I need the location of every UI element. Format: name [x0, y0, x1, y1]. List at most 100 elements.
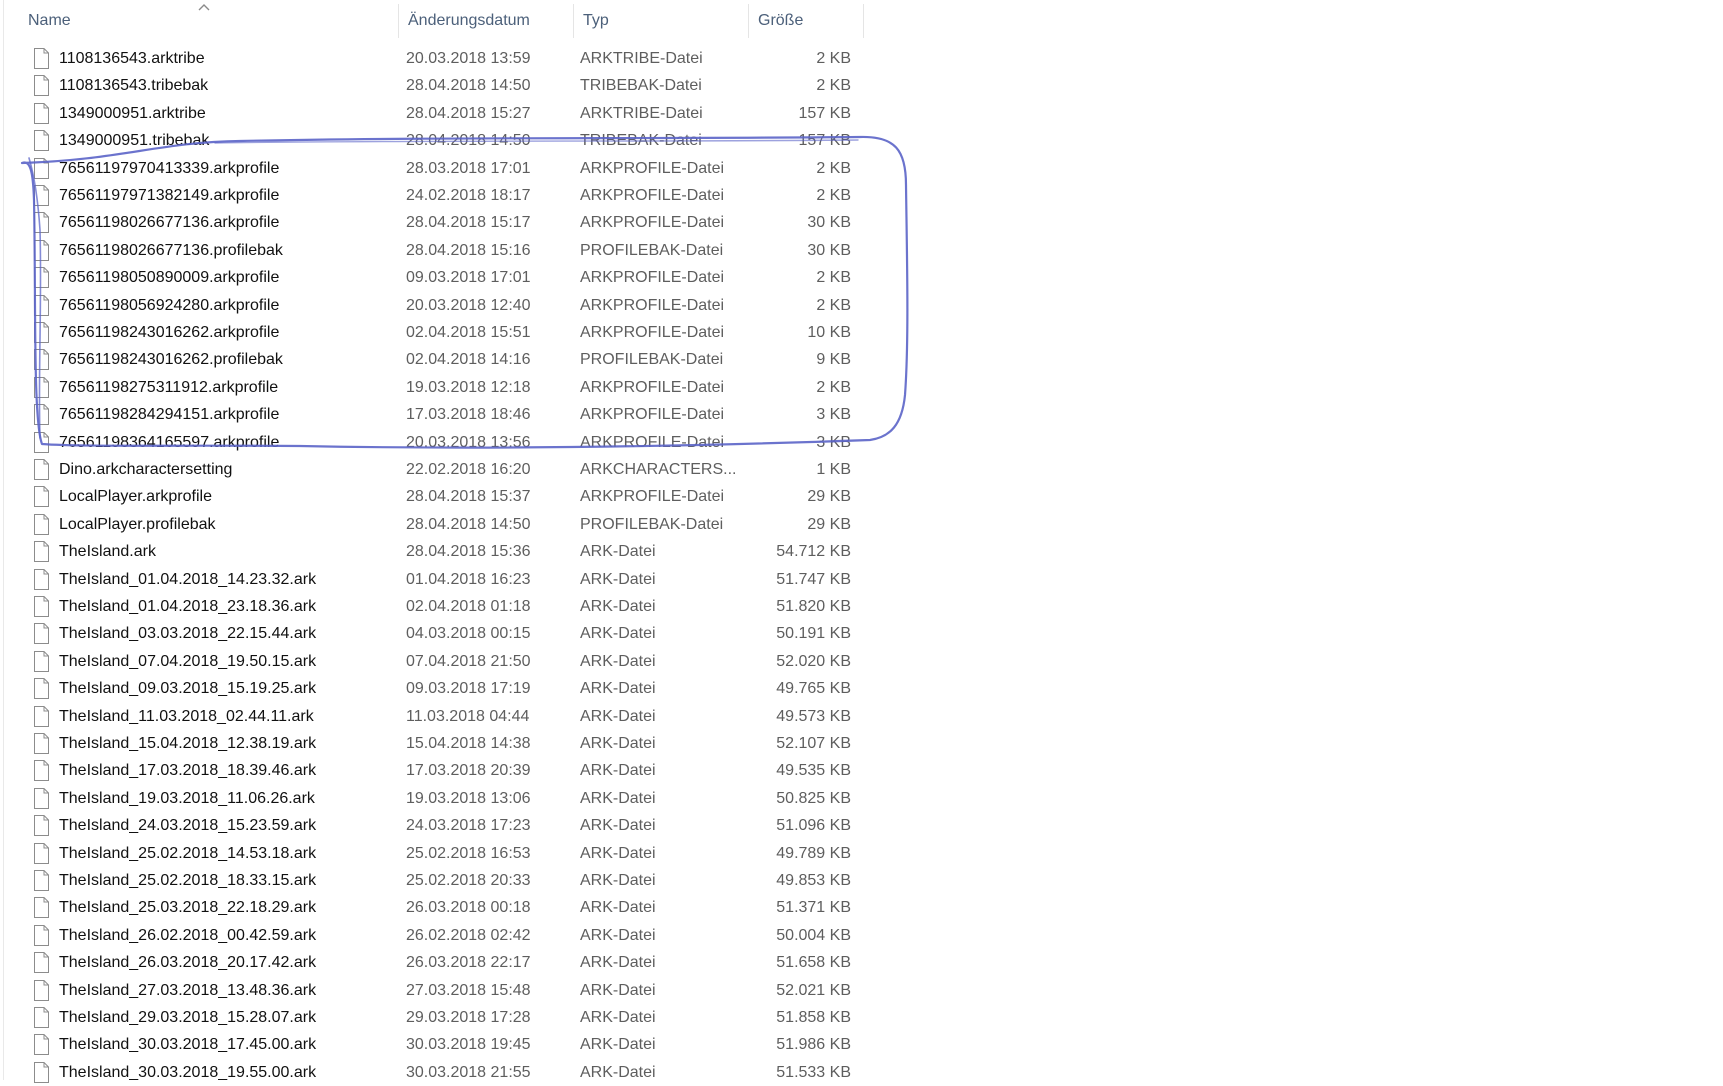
column-header-date-label: Änderungsdatum	[408, 12, 530, 29]
file-size: 50.191 KB	[776, 625, 851, 642]
file-row[interactable]: TheIsland_01.04.2018_14.23.32.ark 01.04.2…	[0, 566, 865, 593]
file-icon	[34, 377, 49, 398]
file-row[interactable]: 76561197971382149.arkprofile 24.02.2018 1…	[0, 182, 865, 209]
file-size: 29 KB	[807, 516, 851, 533]
file-name: 76561198364165597.arkprofile	[59, 434, 280, 451]
file-size: 51.096 KB	[776, 817, 851, 834]
file-icon	[34, 843, 49, 864]
file-row[interactable]: 76561198050890009.arkprofile 09.03.2018 1…	[0, 264, 865, 291]
file-type: ARKPROFILE-Datei	[580, 160, 725, 177]
file-name: TheIsland_26.03.2018_20.17.42.ark	[59, 954, 317, 971]
file-icon	[34, 788, 49, 809]
file-row[interactable]: 1108136543.arktribe 20.03.2018 13:59 ARKTR…	[0, 45, 865, 72]
file-name: 76561198056924280.arkprofile	[59, 297, 280, 314]
file-size: 52.107 KB	[776, 735, 851, 752]
file-row[interactable]: TheIsland_26.03.2018_20.17.42.ark 26.03.2…	[0, 949, 865, 976]
file-row[interactable]: TheIsland_07.04.2018_19.50.15.ark 07.04.2…	[0, 648, 865, 675]
file-size: 157 KB	[798, 132, 851, 149]
file-modified-date: 02.04.2018 01:18	[406, 598, 531, 615]
file-row[interactable]: TheIsland_11.03.2018_02.44.11.ark 11.03.2…	[0, 703, 865, 730]
column-divider-size[interactable]	[863, 4, 864, 38]
file-icon	[34, 158, 49, 179]
file-row[interactable]: 76561198056924280.arkprofile 20.03.2018 1…	[0, 292, 865, 319]
file-name: TheIsland_17.03.2018_18.39.46.ark	[59, 762, 317, 779]
file-row[interactable]: 76561198275311912.arkprofile 19.03.2018 1…	[0, 374, 865, 401]
file-modified-date: 07.04.2018 21:50	[406, 653, 531, 670]
file-row[interactable]: TheIsland_17.03.2018_18.39.46.ark 17.03.2…	[0, 757, 865, 784]
file-icon	[34, 1034, 49, 1055]
file-row[interactable]: TheIsland_30.03.2018_19.55.00.ark 30.03.2…	[0, 1059, 865, 1086]
file-row[interactable]: TheIsland_03.03.2018_22.15.44.ark 04.03.2…	[0, 620, 865, 647]
file-size: 3 KB	[816, 406, 851, 423]
file-modified-date: 28.04.2018 15:16	[406, 242, 531, 259]
file-row[interactable]: 76561198243016262.arkprofile 02.04.2018 1…	[0, 319, 865, 346]
file-modified-date: 28.04.2018 14:50	[406, 77, 531, 94]
column-header-name-label: Name	[28, 12, 71, 29]
file-type: ARK-Datei	[580, 735, 656, 752]
file-row[interactable]: 76561198364165597.arkprofile 20.03.2018 1…	[0, 429, 865, 456]
file-row[interactable]: TheIsland_27.03.2018_13.48.36.ark 27.03.2…	[0, 977, 865, 1004]
file-type: PROFILEBAK-Datei	[580, 351, 724, 368]
file-row[interactable]: 1108136543.tribebak 28.04.2018 14:50 TRIBE…	[0, 72, 865, 99]
column-header-size[interactable]: Größe	[748, 0, 863, 42]
file-row[interactable]: TheIsland_15.04.2018_12.38.19.ark 15.04.2…	[0, 730, 865, 757]
file-row[interactable]: TheIsland_19.03.2018_11.06.26.ark 19.03.2…	[0, 785, 865, 812]
file-type: ARKPROFILE-Datei	[580, 488, 725, 505]
file-row[interactable]: Dino.arkcharactersetting 22.02.2018 16:20…	[0, 456, 865, 483]
file-type: ARK-Datei	[580, 982, 656, 999]
file-size: 2 KB	[816, 50, 851, 67]
file-size: 51.747 KB	[776, 571, 851, 588]
column-header-name[interactable]: Name	[18, 0, 396, 42]
file-row[interactable]: TheIsland_25.02.2018_14.53.18.ark 25.02.2…	[0, 840, 865, 867]
file-size: 49.535 KB	[776, 762, 851, 779]
file-row[interactable]: TheIsland_25.02.2018_18.33.15.ark 25.02.2…	[0, 867, 865, 894]
file-row[interactable]: 76561198284294151.arkprofile 17.03.2018 1…	[0, 401, 865, 428]
file-name: TheIsland_07.04.2018_19.50.15.ark	[59, 653, 317, 670]
file-row[interactable]: TheIsland_29.03.2018_15.28.07.ark 29.03.2…	[0, 1004, 865, 1031]
file-row[interactable]: TheIsland.ark 28.04.2018 15:36 ARK-Datei 54…	[0, 538, 865, 565]
file-row[interactable]: 1349000951.arktribe 28.04.2018 15:27 ARKTR…	[0, 100, 865, 127]
file-size: 49.789 KB	[776, 845, 851, 862]
file-name: Dino.arkcharactersetting	[59, 461, 233, 478]
file-icon	[34, 623, 49, 644]
column-header-size-label: Größe	[758, 12, 804, 29]
file-modified-date: 02.04.2018 14:16	[406, 351, 531, 368]
file-modified-date: 28.04.2018 15:37	[406, 488, 531, 505]
file-row[interactable]: TheIsland_09.03.2018_15.19.25.ark 09.03.2…	[0, 675, 865, 702]
file-size: 51.371 KB	[776, 899, 851, 916]
file-type: ARKPROFILE-Datei	[580, 434, 725, 451]
file-size: 2 KB	[816, 297, 851, 314]
file-modified-date: 09.03.2018 17:01	[406, 269, 531, 286]
file-type: ARK-Datei	[580, 845, 656, 862]
file-row[interactable]: LocalPlayer.profilebak 28.04.2018 14:50 PR…	[0, 511, 865, 538]
file-icon	[34, 404, 49, 425]
column-header-type[interactable]: Typ	[573, 0, 748, 42]
file-name: 76561198284294151.arkprofile	[59, 406, 280, 423]
file-row[interactable]: TheIsland_25.03.2018_22.18.29.ark 26.03.2…	[0, 894, 865, 921]
file-size: 10 KB	[807, 324, 851, 341]
file-modified-date: 26.03.2018 22:17	[406, 954, 531, 971]
file-type: ARK-Datei	[580, 543, 656, 560]
file-row[interactable]: TheIsland_30.03.2018_17.45.00.ark 30.03.2…	[0, 1031, 865, 1058]
file-name: TheIsland_30.03.2018_19.55.00.ark	[59, 1064, 317, 1081]
file-type: ARK-Datei	[580, 680, 656, 697]
file-row[interactable]: 76561198243016262.profilebak 02.04.2018 1…	[0, 346, 865, 373]
file-icon	[34, 1007, 49, 1028]
file-row[interactable]: 76561197970413339.arkprofile 28.03.2018 1…	[0, 155, 865, 182]
file-name: TheIsland_11.03.2018_02.44.11.ark	[59, 708, 314, 725]
file-name: TheIsland_01.04.2018_14.23.32.ark	[59, 571, 317, 588]
column-header-date[interactable]: Änderungsdatum	[398, 0, 572, 42]
file-modified-date: 25.02.2018 16:53	[406, 845, 531, 862]
file-size: 2 KB	[816, 269, 851, 286]
file-row[interactable]: 76561198026677136.profilebak 28.04.2018 1…	[0, 237, 865, 264]
file-name: 76561198243016262.arkprofile	[59, 324, 280, 341]
file-row[interactable]: TheIsland_01.04.2018_23.18.36.ark 02.04.2…	[0, 593, 865, 620]
file-modified-date: 19.03.2018 13:06	[406, 790, 531, 807]
file-row[interactable]: TheIsland_26.02.2018_00.42.59.ark 26.02.2…	[0, 922, 865, 949]
file-row[interactable]: LocalPlayer.arkprofile 28.04.2018 15:37 AR…	[0, 483, 865, 510]
file-row[interactable]: 1349000951.tribebak 28.04.2018 14:50 TRIBE…	[0, 127, 865, 154]
file-icon	[34, 678, 49, 699]
file-type: ARKPROFILE-Datei	[580, 406, 725, 423]
file-row[interactable]: TheIsland_24.03.2018_15.23.59.ark 24.03.2…	[0, 812, 865, 839]
file-row[interactable]: 76561198026677136.arkprofile 28.04.2018 1…	[0, 209, 865, 236]
